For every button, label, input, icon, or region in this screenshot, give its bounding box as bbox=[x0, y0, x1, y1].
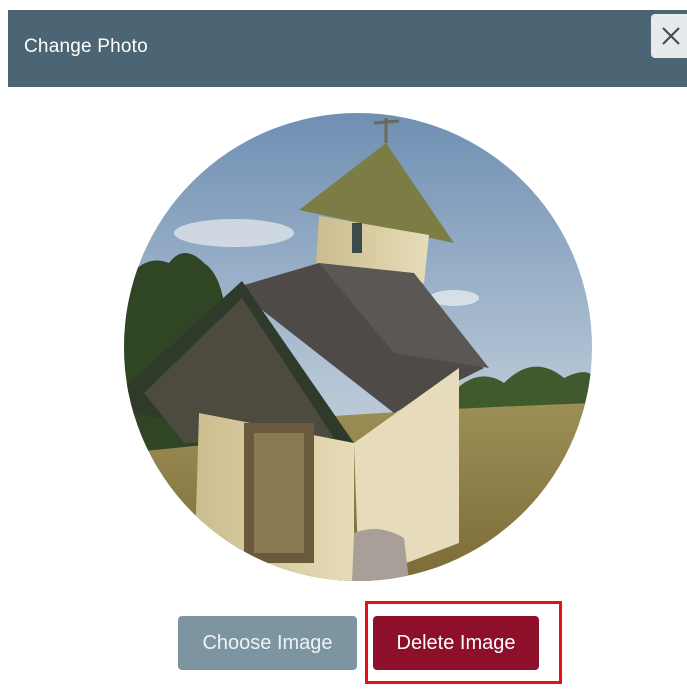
profile-photo-preview bbox=[124, 113, 592, 581]
dialog-title: Change Photo bbox=[24, 36, 148, 57]
close-button[interactable] bbox=[651, 14, 687, 58]
dialog-header: Change Photo bbox=[8, 10, 687, 87]
highlight-annotation bbox=[365, 601, 562, 684]
choose-image-button[interactable]: Choose Image bbox=[178, 616, 357, 670]
change-photo-dialog: Change Photo Choose Image Delete Image bbox=[0, 0, 687, 700]
close-icon bbox=[661, 26, 681, 46]
